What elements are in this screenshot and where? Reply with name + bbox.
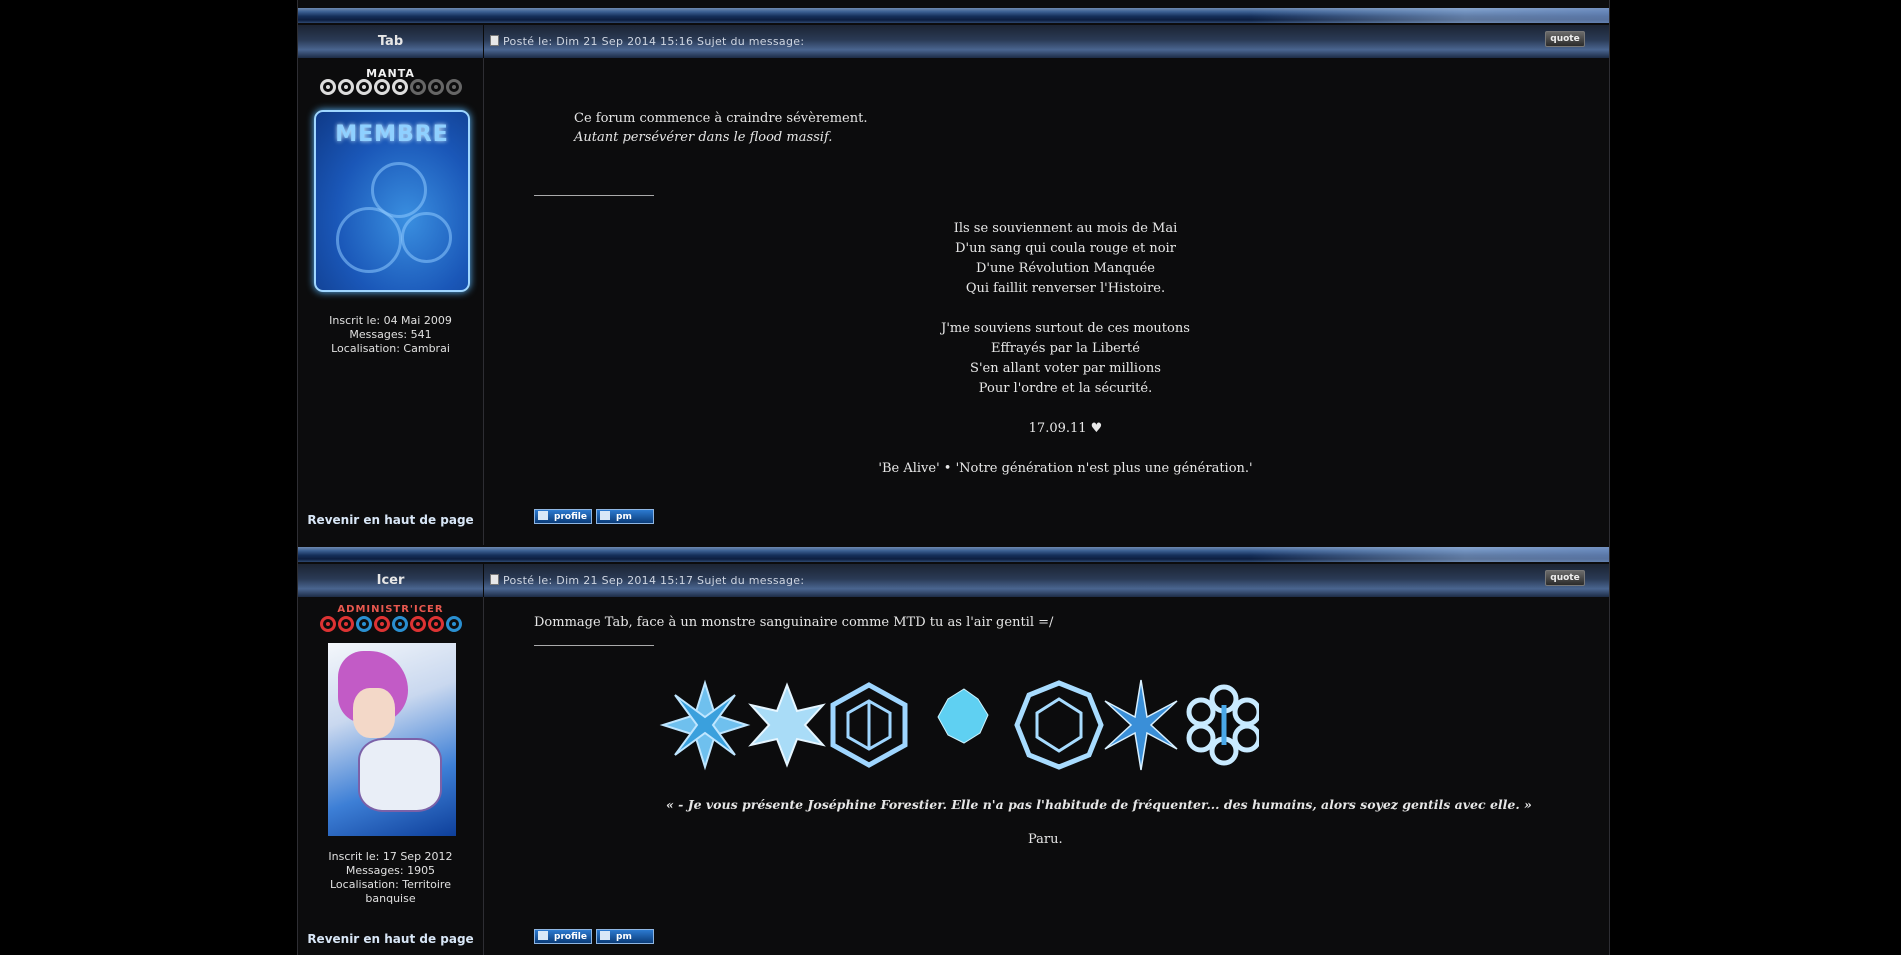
signature-name: Paru. (1028, 832, 1063, 847)
post-body: Ce forum commence à craindre sévèrement.… (484, 58, 1609, 545)
avatar: MEMBRE (314, 110, 470, 292)
rank-shuriken-icon (373, 616, 390, 632)
signature-poem: Ils se souviennent au mois de Mai D'un s… (764, 219, 1367, 479)
pm-button[interactable]: pm (596, 929, 654, 944)
signature-quote: 'Be Alive' • 'Notre génération n'est plu… (878, 461, 1253, 476)
pm-button[interactable]: pm (596, 509, 654, 524)
member-info: Inscrit le: 17 Sep 2012 Messages: 1905 L… (298, 850, 483, 906)
rank-shuriken-icon (319, 616, 336, 632)
rank-shuriken-icon (391, 79, 408, 95)
profile-button[interactable]: profile (534, 929, 592, 944)
snowflake-icon (1186, 684, 1259, 766)
author-panel: ADMINISTR'ICER Inscrit le: 17 Sep 2012 M… (298, 597, 484, 955)
signature-date: 17.09.11 ♥ (1028, 421, 1103, 436)
quote-button[interactable]: quote (1545, 570, 1585, 586)
message-count: Messages: 541 (349, 328, 432, 341)
post-text-line: Dommage Tab, face à un monstre sanguinai… (534, 615, 1054, 630)
location: Localisation: Cambrai (331, 342, 450, 355)
avatar-rank-text: MEMBRE (335, 122, 449, 147)
rank-shuriken-icon (373, 79, 390, 95)
poem-line: J'me souviens surtout de ces moutons (941, 321, 1190, 336)
post-date: Posté le: Dim 21 Sep 2014 15:17 Sujet du… (503, 574, 805, 587)
quote-button[interactable]: quote (1545, 31, 1585, 47)
post-text-line-italic: Autant persévérer dans le flood massif. (574, 130, 833, 145)
snowflake-icon (748, 682, 826, 768)
pm-icon (600, 511, 610, 520)
post-meta: Posté le: Dim 21 Sep 2014 15:16 Sujet du… (490, 25, 804, 58)
avatar (328, 643, 456, 836)
forum-topic-table: Tab Posté le: Dim 21 Sep 2014 15:16 Suje… (297, 0, 1610, 955)
post-date: Posté le: Dim 21 Sep 2014 15:16 Sujet du… (503, 35, 805, 48)
rank-icons (310, 616, 471, 634)
poem-line: Pour l'ordre et la sécurité. (978, 381, 1153, 396)
rank-shuriken-icon (391, 616, 408, 632)
snowflake-icon (830, 682, 908, 768)
author-panel: MANTA MEMBRE Inscrit le: 04 Mai 2009 Mes… (298, 58, 484, 545)
post-meta: Posté le: Dim 21 Sep 2014 15:17 Sujet du… (490, 564, 804, 597)
profile-button[interactable]: profile (534, 509, 592, 524)
post-icon[interactable] (490, 574, 499, 585)
post-author-name[interactable]: Icer (298, 564, 483, 597)
post-text-line: Ce forum commence à craindre sévèrement. (574, 111, 868, 126)
header-separator (483, 564, 484, 597)
poem-line: D'un sang qui coula rouge et noir (955, 241, 1176, 256)
post-divider-bar (298, 8, 1609, 23)
rank-icons (310, 79, 471, 97)
post-header: Tab Posté le: Dim 21 Sep 2014 15:16 Suje… (298, 25, 1609, 58)
header-separator (483, 25, 484, 58)
rank-shuriken-icon (337, 79, 354, 95)
profile-icon (538, 511, 548, 520)
poem-line: D'une Révolution Manquée (976, 261, 1155, 276)
member-info: Inscrit le: 04 Mai 2009 Messages: 541 Lo… (298, 314, 483, 356)
poem-line: S'en allant voter par millions (970, 361, 1161, 376)
back-to-top-link[interactable]: Revenir en haut de page (298, 513, 483, 527)
snowflake-banner (659, 679, 1259, 771)
post-author-name[interactable]: Tab (298, 25, 483, 58)
rank-shuriken-icon (427, 79, 444, 95)
post-icon[interactable] (490, 35, 499, 46)
rank-shuriken-icon (337, 616, 354, 632)
rank-shuriken-icon (445, 79, 462, 95)
snowflake-icon (1014, 680, 1104, 770)
join-date: Inscrit le: 17 Sep 2012 (328, 850, 453, 863)
post-divider-bar (298, 547, 1609, 562)
profile-icon (538, 931, 548, 940)
post-header: Icer Posté le: Dim 21 Sep 2014 15:17 Suj… (298, 564, 1609, 597)
rank-title: ADMINISTR'ICER (337, 604, 444, 615)
signature-separator (534, 645, 654, 646)
back-to-top-link[interactable]: Revenir en haut de page (298, 932, 483, 946)
rank-shuriken-icon (427, 616, 444, 632)
signature-quote: « - Je vous présente Joséphine Forestier… (666, 797, 1532, 812)
pm-icon (600, 931, 610, 940)
post-body: Dommage Tab, face à un monstre sanguinai… (484, 597, 1609, 955)
snowflake-icon (1104, 679, 1178, 771)
rank-shuriken-icon (319, 79, 336, 95)
rank-shuriken-icon (409, 79, 426, 95)
rank-shuriken-icon (355, 616, 372, 632)
poem-line: Effrayés par la Liberté (991, 341, 1140, 356)
message-count: Messages: 1905 (345, 864, 436, 877)
signature-separator (534, 195, 654, 196)
join-date: Inscrit le: 04 Mai 2009 (329, 314, 452, 327)
snowflake-icon (659, 679, 751, 771)
poem-line: Ils se souviennent au mois de Mai (953, 221, 1178, 236)
rank-shuriken-icon (445, 616, 462, 632)
rank-shuriken-icon (409, 616, 426, 632)
poem-line: Qui faillit renverser l'Histoire. (965, 281, 1166, 296)
rank-shuriken-icon (355, 79, 372, 95)
location: Localisation: Territoire banquise (330, 878, 451, 905)
snowflake-icon (937, 688, 989, 744)
